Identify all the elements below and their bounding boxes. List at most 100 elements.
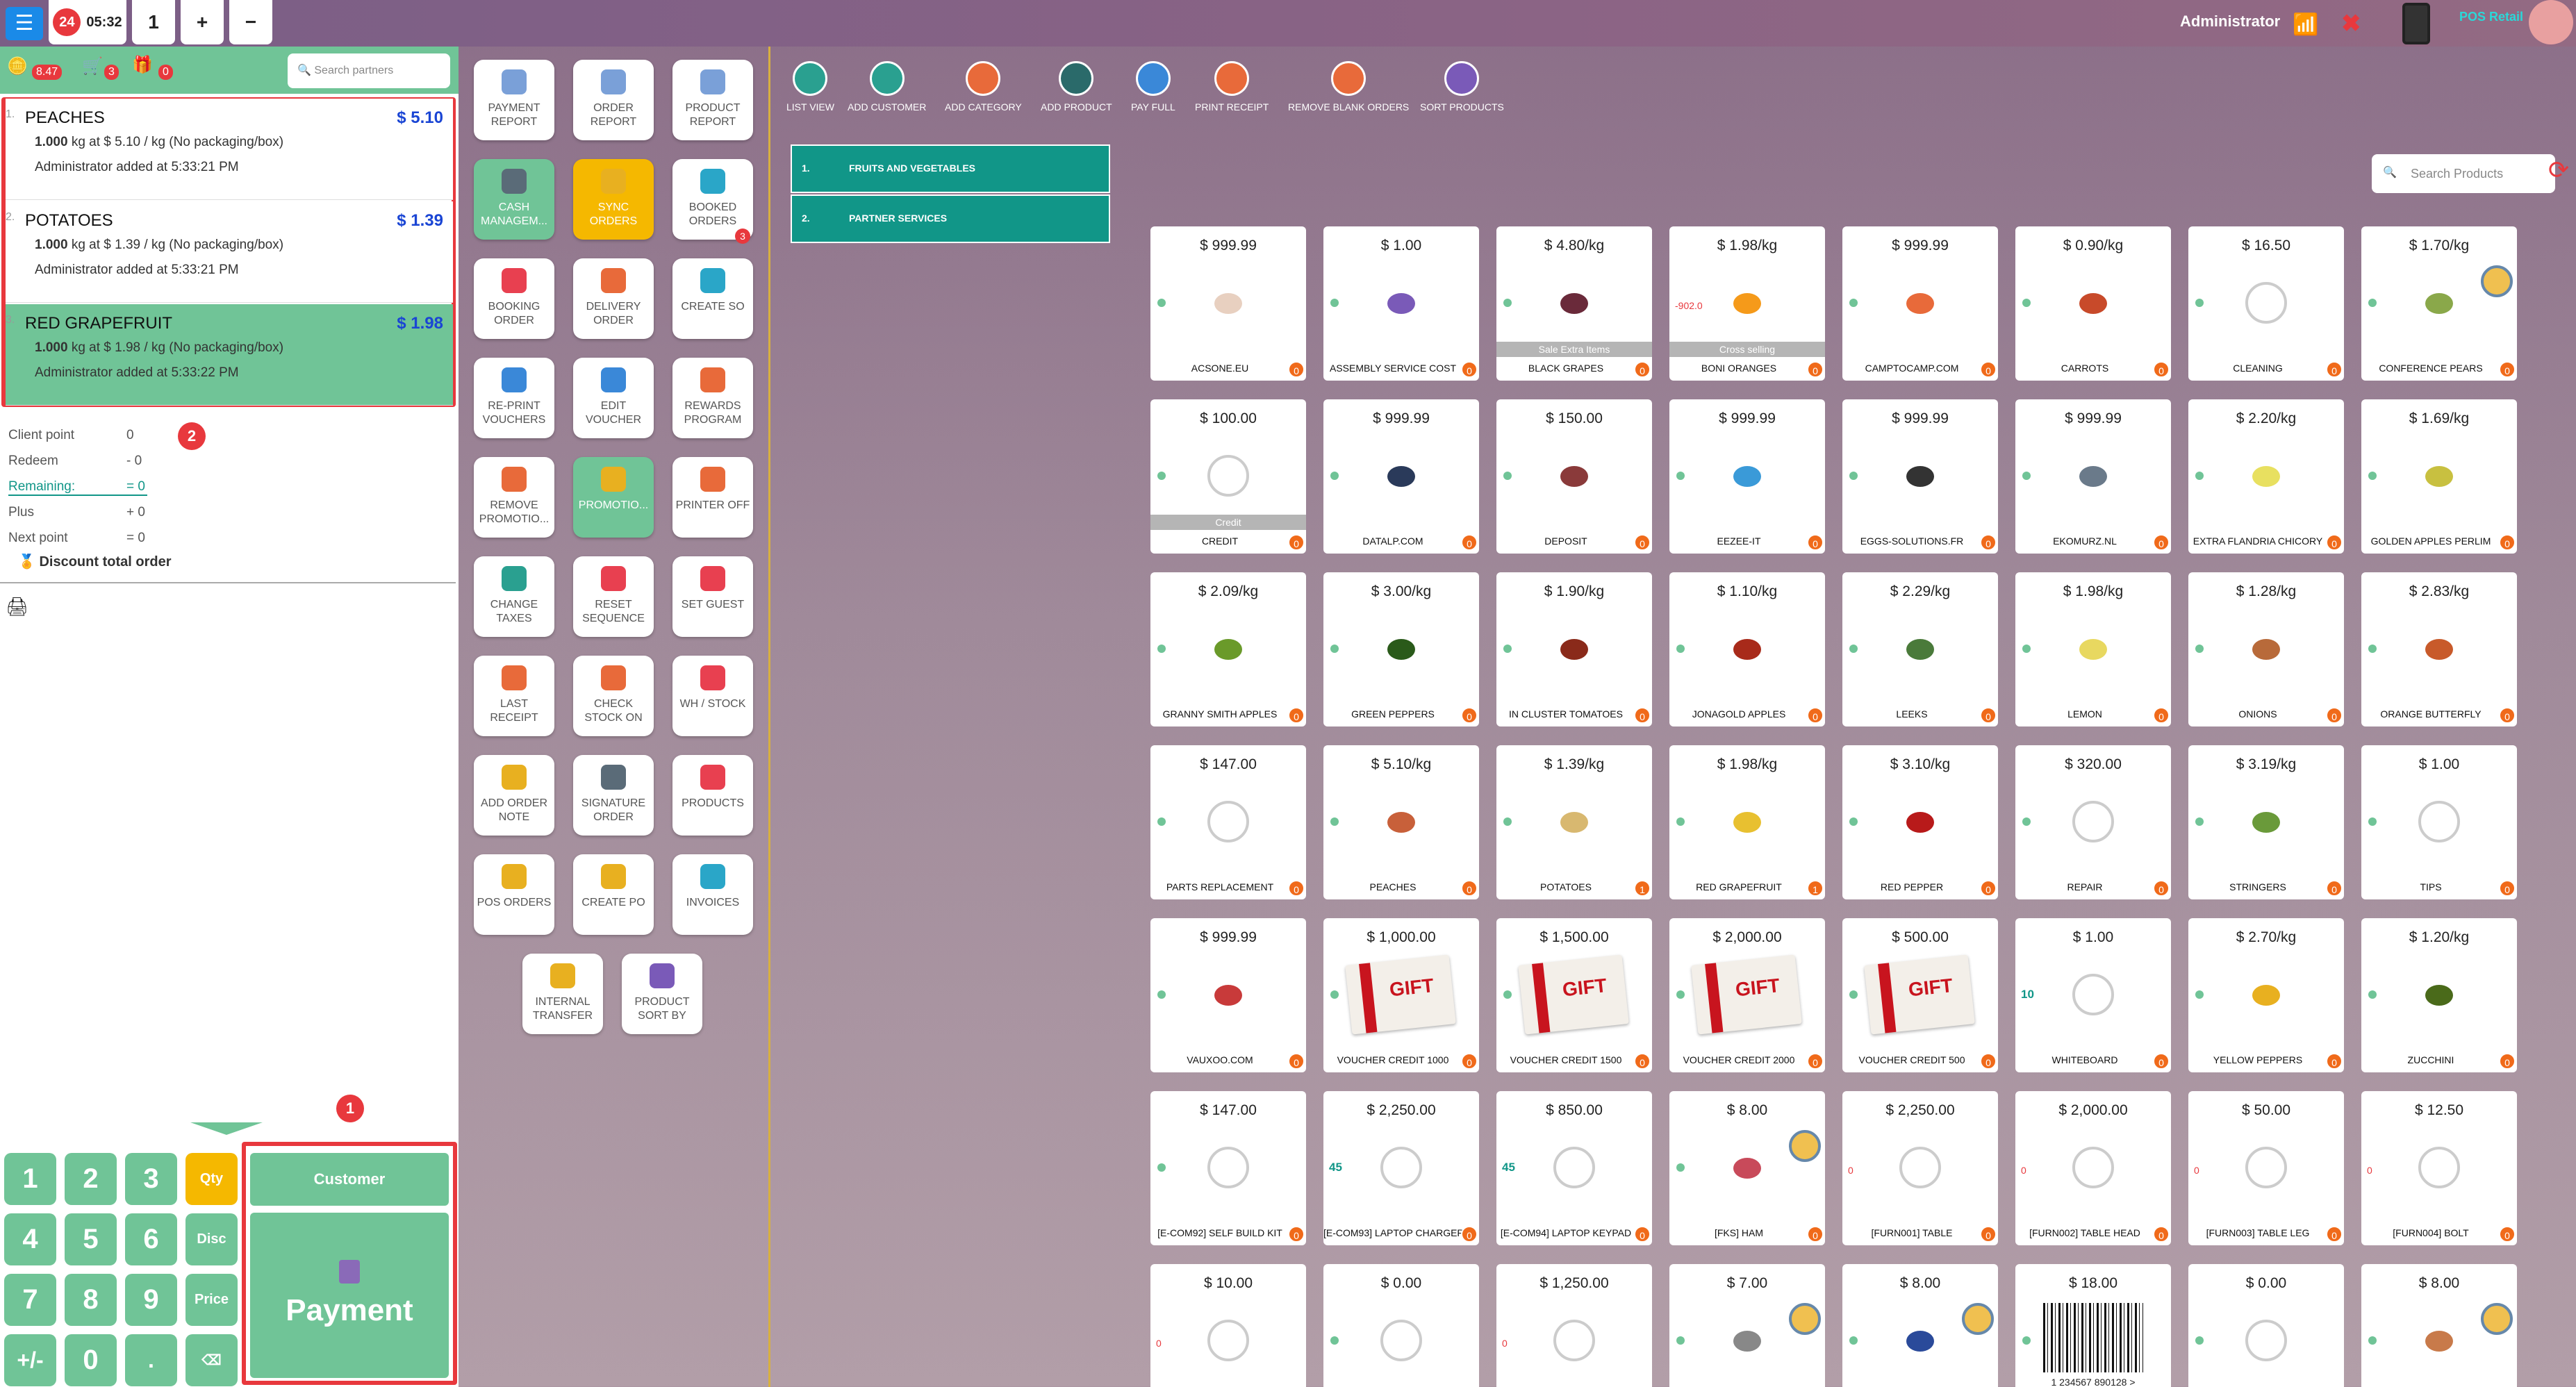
product-card[interactable]: $ 999.99 EGGS-SOLUTIONS.FR 0 [1842, 399, 1998, 554]
control-button[interactable]: RESET SEQUENCE [573, 556, 654, 637]
numpad-key[interactable]: 8 [65, 1274, 117, 1326]
product-card[interactable]: $ 2,250.00 45 [E-COM93] LAPTOP CHARGER 0 [1323, 1091, 1479, 1245]
toolbar-button[interactable]: LIST VIEW [786, 61, 834, 113]
price-key[interactable]: Price [185, 1274, 238, 1326]
control-button[interactable]: ADD ORDER NOTE [474, 755, 554, 836]
control-button[interactable]: SIGNATURE ORDER [573, 755, 654, 836]
refresh-icon[interactable]: ⟳ [2548, 156, 2569, 185]
avatar[interactable] [2529, 0, 2573, 44]
product-card[interactable]: $ 8.00 [1842, 1264, 1998, 1387]
control-button[interactable]: BOOKED ORDERS 3 [672, 159, 753, 244]
product-card[interactable]: $ 0.00 [1323, 1264, 1479, 1387]
product-card[interactable]: $ 50.00 0 [FURN003] TABLE LEG 0 [2188, 1091, 2344, 1245]
toolbar-button[interactable]: PRINT RECEIPT [1195, 61, 1269, 113]
control-button[interactable]: REWARDS PROGRAM [672, 358, 753, 438]
control-button[interactable]: SET GUEST [672, 556, 753, 637]
numpad-key[interactable]: 0 [65, 1334, 117, 1386]
control-button[interactable]: CREATE PO [573, 854, 654, 935]
product-card[interactable]: $ 1.90/kg IN CLUSTER TOMATOES 0 [1496, 572, 1652, 726]
product-card[interactable]: $ 999.99 ACSONE.EU 0 [1150, 226, 1306, 381]
control-button[interactable]: PRODUCTS [672, 755, 753, 836]
toolbar-button[interactable]: SORT PRODUCTS [1420, 61, 1504, 113]
numpad-key[interactable]: 1 [4, 1153, 56, 1205]
product-card[interactable]: $ 3.19/kg STRINGERS 0 [2188, 745, 2344, 899]
product-card[interactable]: $ 3.00/kg GREEN PEPPERS 0 [1323, 572, 1479, 726]
product-card[interactable]: $ 1.70/kg CONFERENCE PEARS 0 [2361, 226, 2517, 381]
discount-row[interactable]: 🏅 Discount total order [18, 553, 171, 570]
control-button[interactable]: PRODUCT REPORT [672, 60, 753, 140]
product-card[interactable]: $ 3.10/kg RED PEPPER 0 [1842, 745, 1998, 899]
numpad-key[interactable]: 2 [65, 1153, 117, 1205]
product-card[interactable]: $ 16.50 CLEANING 0 [2188, 226, 2344, 381]
order-tab-1[interactable]: 1 [132, 0, 175, 44]
product-card[interactable]: $ 2.83/kg ORANGE BUTTERFLY 0 [2361, 572, 2517, 726]
partner-search[interactable]: 🔍 Search partners [288, 53, 450, 88]
mobile-icon[interactable] [2402, 3, 2430, 44]
product-card[interactable]: $ 0.00 [2188, 1264, 2344, 1387]
backspace-key[interactable]: ⌫ [185, 1334, 238, 1386]
menu-icon[interactable]: ☰ [6, 7, 43, 40]
product-card[interactable]: $ 999.99 EEZEE-IT 0 [1669, 399, 1825, 554]
product-card[interactable]: $ 1.69/kg GOLDEN APPLES PERLIM 0 [2361, 399, 2517, 554]
numpad-key[interactable]: . [125, 1334, 177, 1386]
disc-key[interactable]: Disc [185, 1213, 238, 1265]
product-card[interactable]: $ 1.98/kg LEMON 0 [2015, 572, 2171, 726]
control-button[interactable]: CHANGE TAXES [474, 556, 554, 637]
product-card[interactable]: $ 8.00 [2361, 1264, 2517, 1387]
control-button[interactable]: CREATE SO [672, 258, 753, 339]
control-button[interactable]: DELIVERY ORDER [573, 258, 654, 339]
collapse-arrow-icon[interactable] [190, 1122, 263, 1135]
control-button[interactable]: RE-PRINT VOUCHERS [474, 358, 554, 438]
toolbar-button[interactable]: ADD PRODUCT [1041, 61, 1112, 113]
control-button[interactable]: REMOVE PROMOTIO... [474, 457, 554, 538]
product-card[interactable]: $ 2,000.00 GIFT VOUCHER CREDIT 2000 0 [1669, 918, 1825, 1072]
product-card[interactable]: $ 500.00 GIFT VOUCHER CREDIT 500 0 [1842, 918, 1998, 1072]
product-card[interactable]: $ 2.70/kg YELLOW PEPPERS 0 [2188, 918, 2344, 1072]
product-card[interactable]: $ 2,000.00 0 [FURN002] TABLE HEAD 0 [2015, 1091, 2171, 1245]
control-button[interactable]: INTERNAL TRANSFER [522, 954, 603, 1034]
product-card[interactable]: $ 7.00 [1669, 1264, 1825, 1387]
product-card[interactable]: $ 1,500.00 GIFT VOUCHER CREDIT 1500 0 [1496, 918, 1652, 1072]
product-card[interactable]: $ 5.10/kg PEACHES 0 [1323, 745, 1479, 899]
product-card[interactable]: $ 1.10/kg JONAGOLD APPLES 0 [1669, 572, 1825, 726]
orders-counter[interactable]: 24 05:32 [49, 0, 126, 44]
category-item[interactable]: 1. FRUITS AND VEGETABLES [791, 144, 1110, 193]
control-button[interactable]: SYNC ORDERS [573, 159, 654, 240]
toolbar-button[interactable]: ADD CUSTOMER [848, 61, 926, 113]
product-card[interactable]: $ 10.00 0 [1150, 1264, 1306, 1387]
product-card[interactable]: $ 1.00 10 WHITEBOARD 0 [2015, 918, 2171, 1072]
category-item[interactable]: 2. PARTNER SERVICES [791, 194, 1110, 243]
product-card[interactable]: $ 1,250.00 0 [1496, 1264, 1652, 1387]
product-card[interactable]: $ 1.20/kg ZUCCHINI 0 [2361, 918, 2517, 1072]
toolbar-button[interactable]: ADD CATEGORY [945, 61, 1022, 113]
control-button[interactable]: PRINTER OFF [672, 457, 753, 538]
payment-button[interactable]: Payment [250, 1213, 449, 1378]
product-card[interactable]: $ 8.00 [FKS] HAM 0 [1669, 1091, 1825, 1245]
product-card[interactable]: $ 999.99 CAMPTOCAMP.COM 0 [1842, 226, 1998, 381]
product-card[interactable]: $ 2.09/kg GRANNY SMITH APPLES 0 [1150, 572, 1306, 726]
numpad-key[interactable]: 5 [65, 1213, 117, 1265]
numpad-key[interactable]: 7 [4, 1274, 56, 1326]
toolbar-button[interactable]: PAY FULL [1131, 61, 1175, 113]
control-button[interactable]: INVOICES [672, 854, 753, 935]
numpad-key[interactable]: 3 [125, 1153, 177, 1205]
control-button[interactable]: BOOKING ORDER [474, 258, 554, 339]
product-card[interactable]: $ 1.00 ASSEMBLY SERVICE COST 0 [1323, 226, 1479, 381]
control-button[interactable]: POS ORDERS [474, 854, 554, 935]
product-card[interactable]: $ 100.00 Credit CREDIT 0 [1150, 399, 1306, 554]
product-card[interactable]: $ 150.00 DEPOSIT 0 [1496, 399, 1652, 554]
control-button[interactable]: ORDER REPORT [573, 60, 654, 140]
remove-order-button[interactable]: − [229, 0, 272, 44]
product-card[interactable]: $ 1,000.00 GIFT VOUCHER CREDIT 1000 0 [1323, 918, 1479, 1072]
control-button[interactable]: EDIT VOUCHER [573, 358, 654, 438]
order-line[interactable]: 1. PEACHES $ 5.10 1.000 kg at $ 5.10 / kg (… [6, 99, 453, 200]
product-card[interactable]: $ 850.00 45 [E-COM94] LAPTOP KEYPAD 0 [1496, 1091, 1652, 1245]
product-card[interactable]: $ 1.39/kg POTATOES 1 [1496, 745, 1652, 899]
control-button[interactable]: LAST RECEIPT [474, 656, 554, 736]
product-search[interactable]: 🔍 Search Products [2372, 154, 2555, 193]
numpad-key[interactable]: 6 [125, 1213, 177, 1265]
order-line[interactable]: 2. POTATOES $ 1.39 1.000 kg at $ 1.39 / kg … [6, 201, 453, 303]
product-card[interactable]: $ 999.99 VAUXOO.COM 0 [1150, 918, 1306, 1072]
product-card[interactable]: $ 320.00 REPAIR 0 [2015, 745, 2171, 899]
product-card[interactable]: $ 0.90/kg CARROTS 0 [2015, 226, 2171, 381]
